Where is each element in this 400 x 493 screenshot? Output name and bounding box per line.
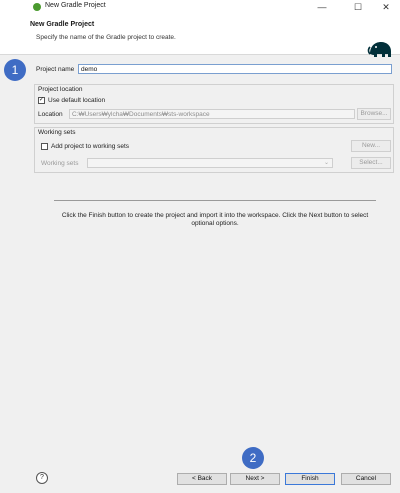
add-to-working-sets-label: Add project to working sets — [51, 143, 130, 150]
maximize-button[interactable]: ☐ — [350, 1, 366, 13]
minimize-button[interactable]: — — [314, 1, 330, 13]
title-bar: New Gradle Project — ☐ ✕ — [0, 0, 400, 14]
select-working-set-button[interactable]: Select... — [351, 157, 391, 169]
wizard-description: Specify the name of the Gradle project t… — [36, 34, 176, 41]
use-default-location-checkbox[interactable]: ✓ — [38, 97, 45, 104]
finish-button[interactable]: Finish — [285, 473, 335, 485]
chevron-down-icon: ⌄ — [323, 160, 329, 166]
step-badge-2: 2 — [242, 447, 264, 469]
project-name-input[interactable]: demo — [78, 64, 392, 74]
window-title: New Gradle Project — [45, 2, 106, 9]
browse-button[interactable]: Browse... — [357, 108, 391, 120]
add-to-working-sets-checkbox[interactable] — [41, 143, 48, 150]
working-sets-group: Working sets Add project to working sets… — [34, 127, 394, 173]
next-button[interactable]: Next > — [230, 473, 280, 485]
project-location-group-label: Project location — [38, 86, 83, 93]
wizard-title: New Gradle Project — [30, 21, 95, 28]
back-button[interactable]: < Back — [177, 473, 227, 485]
step-badge-1: 1 — [4, 59, 26, 81]
info-text: Click the Finish button to create the pr… — [61, 212, 369, 227]
project-name-label: Project name — [36, 66, 75, 73]
working-sets-group-label: Working sets — [38, 129, 76, 136]
location-input[interactable]: C:₩Users₩ylcha₩Documents₩sts-workspace — [69, 109, 355, 119]
working-sets-combo[interactable]: ⌄ — [87, 158, 333, 168]
new-working-set-button[interactable]: New... — [351, 140, 391, 152]
use-default-location-label: Use default location — [48, 97, 106, 104]
close-button[interactable]: ✕ — [378, 1, 394, 13]
wizard-page: Project name demo Project location ✓ Use… — [30, 57, 398, 463]
wizard-header: New Gradle Project Specify the name of t… — [0, 14, 400, 58]
divider — [54, 200, 376, 201]
working-sets-label: Working sets — [41, 160, 79, 167]
location-label: Location — [38, 111, 63, 118]
project-location-group: Project location ✓ Use default location … — [34, 84, 394, 124]
cancel-button[interactable]: Cancel — [341, 473, 391, 485]
help-icon[interactable]: ? — [36, 472, 48, 484]
app-icon — [33, 3, 41, 11]
